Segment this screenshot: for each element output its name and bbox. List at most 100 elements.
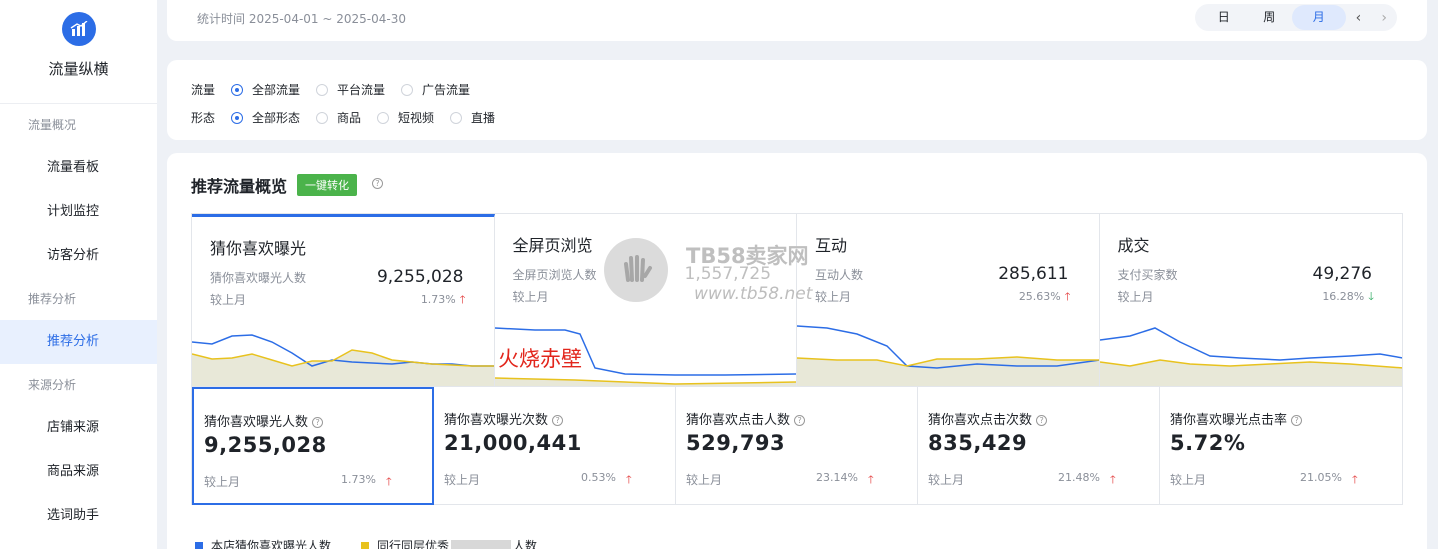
help-icon[interactable]: ? <box>1291 415 1303 426</box>
recommend-overview-card: 推荐流量概览 一键转化 ? 猜你喜欢曝光 猜你喜欢曝光人数 9,255,028 … <box>167 153 1427 549</box>
chart-logo-icon <box>61 12 96 46</box>
panel-guess-exposure[interactable]: 猜你喜欢曝光 猜你喜欢曝光人数 9,255,028 较上月 1.73% 🡑 <box>192 214 495 386</box>
sparkline-chart <box>192 334 494 386</box>
radio-dot-icon <box>316 111 329 124</box>
help-icon[interactable]: ? <box>1036 415 1048 426</box>
nav-item-shop-source[interactable]: 店铺来源 <box>0 406 157 450</box>
legend-label: 同行同层优秀 <box>377 539 450 549</box>
radio-platform-traffic[interactable]: 平台流量 <box>316 81 385 98</box>
legend-swatch <box>361 541 370 549</box>
filter-panel: 流量 全部流量 平台流量 广告流量 形态 全部形态 商品 短视频 直播 <box>167 60 1427 140</box>
arrow-up-icon: 🡑 <box>1110 473 1116 486</box>
help-icon[interactable]: ? <box>312 417 324 428</box>
metric-row: 猜你喜欢曝光人数 ? 9,255,028 较上月 1.73% 🡑 猜你喜欢曝光次数… <box>191 387 1403 505</box>
metric-label-text: 猜你喜欢点击人数 <box>686 413 791 428</box>
metric-compare-label: 较上月 <box>444 473 481 487</box>
metric-change: 1.73% 🡑 <box>306 473 392 488</box>
legend-label: 本店猜你喜欢曝光人数 <box>211 539 332 549</box>
metric-click-rate[interactable]: 猜你喜欢曝光点击率 ? 5.72% 较上月 21.05% 🡑 <box>1160 387 1402 505</box>
nav-item-recommend-analysis[interactable]: 推荐分析 <box>0 320 157 364</box>
radio-ad-traffic[interactable]: 广告流量 <box>401 81 470 98</box>
chevron-left-icon[interactable]: ‹ <box>1346 10 1372 26</box>
panel-title: 猜你喜欢曝光 <box>210 239 307 258</box>
nav-item-traffic-board[interactable]: 流量看板 <box>0 146 157 190</box>
metric-change: 23.14% 🡑 <box>788 471 874 486</box>
change-value: 23.14% <box>816 471 858 484</box>
logo-area: 流量纵横 <box>0 0 157 104</box>
nav-group-overview: 流量概况 <box>28 118 77 132</box>
radio-label: 全部流量 <box>252 83 301 97</box>
form-filter-label: 形态 <box>191 111 216 125</box>
help-icon[interactable]: ? <box>794 415 806 426</box>
metric-value: 21,000,441 <box>444 431 582 455</box>
panel-compare-label: 较上月 <box>210 293 247 307</box>
metric-exposure-users[interactable]: 猜你喜欢曝光人数 ? 9,255,028 较上月 1.73% 🡑 <box>192 387 434 505</box>
arrow-up-icon: 🡑 <box>1064 290 1071 303</box>
panel-metric-label: 支付买家数 <box>1117 268 1178 282</box>
period-day-button[interactable]: 日 <box>1201 5 1247 30</box>
redacted-block <box>451 539 512 549</box>
arrow-up-icon: 🡑 <box>386 475 392 488</box>
radio-dot-icon <box>401 83 414 96</box>
panel-title: 全屏页浏览 <box>512 236 593 255</box>
metric-label-text: 猜你喜欢曝光人数 <box>204 415 309 430</box>
traffic-filter-label: 流量 <box>191 83 216 97</box>
metric-click-count[interactable]: 猜你喜欢点击次数 ? 835,429 较上月 21.48% 🡑 <box>918 387 1160 505</box>
metric-change: 21.05% 🡑 <box>1272 471 1358 486</box>
radio-label: 短视频 <box>398 111 435 125</box>
metric-change: 21.48% 🡑 <box>1030 471 1116 486</box>
radio-dot-icon <box>231 111 243 124</box>
change-value: 25.63% <box>1018 290 1061 303</box>
change-value: 21.05% <box>1300 471 1342 484</box>
traffic-filter-row: 流量 全部流量 平台流量 广告流量 <box>191 81 486 98</box>
help-icon[interactable]: ? <box>372 178 383 189</box>
watermark-url: www.tb58.net <box>694 284 813 304</box>
radio-short-video[interactable]: 短视频 <box>377 109 434 126</box>
period-week-button[interactable]: 周 <box>1247 5 1293 30</box>
radio-label: 平台流量 <box>337 83 386 97</box>
legend-swatch <box>195 541 203 549</box>
hand-logo-icon <box>604 238 668 302</box>
radio-label: 商品 <box>337 111 362 125</box>
change-value: 1.73% <box>420 293 456 306</box>
arrow-up-icon: 🡑 <box>1352 473 1358 486</box>
radio-all-form[interactable]: 全部形态 <box>231 109 300 126</box>
metric-compare-label: 较上月 <box>686 473 723 487</box>
legend-own-shop[interactable]: 本店猜你喜欢曝光人数 <box>195 537 331 549</box>
nav-item-visitor-analysis[interactable]: 访客分析 <box>0 234 157 278</box>
nav-item-keyword-helper[interactable]: 选词助手 <box>0 494 157 538</box>
watermark: TB58卖家网 www.tb58.net <box>604 238 844 308</box>
period-month-button[interactable]: 月 <box>1292 5 1346 30</box>
panel-metric-label: 猜你喜欢曝光人数 <box>210 271 307 285</box>
help-icon[interactable]: ? <box>552 415 564 426</box>
metric-label: 猜你喜欢曝光次数 ? <box>444 409 564 428</box>
sparkline-chart <box>797 325 1099 386</box>
metric-change: 0.53% 🡑 <box>546 471 632 486</box>
one-click-convert-button[interactable]: 一键转化 <box>297 174 357 196</box>
sparkline-chart <box>1099 327 1402 386</box>
metric-exposure-count[interactable]: 猜你喜欢曝光次数 ? 21,000,441 较上月 0.53% 🡑 <box>434 387 676 505</box>
metric-label: 猜你喜欢点击次数 ? <box>928 409 1048 428</box>
legend-label-suffix: 人数 <box>513 539 538 549</box>
radio-all-traffic[interactable]: 全部流量 <box>231 81 300 98</box>
panel-deal[interactable]: 成交 支付买家数 49,276 较上月 16.28% 🡓 <box>1099 214 1402 386</box>
panel-change: 25.63% 🡑 <box>1019 288 1071 307</box>
change-value: 1.73% <box>341 473 376 486</box>
radio-live[interactable]: 直播 <box>450 109 495 126</box>
panel-value: 49,276 <box>1312 264 1372 284</box>
metric-compare-label: 较上月 <box>204 475 241 489</box>
chevron-right-icon[interactable]: › <box>1371 10 1397 26</box>
legend-peer[interactable]: 同行同层优秀 人数 <box>361 537 537 549</box>
change-value: 0.53% <box>581 471 616 484</box>
metric-click-users[interactable]: 猜你喜欢点击人数 ? 529,793 较上月 23.14% 🡑 <box>676 387 918 505</box>
nav-item-plan-monitor[interactable]: 计划监控 <box>0 190 157 234</box>
arrow-up-icon: 🡑 <box>626 473 632 486</box>
metric-compare-label: 较上月 <box>928 473 965 487</box>
radio-product[interactable]: 商品 <box>316 109 361 126</box>
arrow-up-icon: 🡑 <box>459 293 466 306</box>
metric-value: 9,255,028 <box>204 433 327 457</box>
nav-item-product-source[interactable]: 商品来源 <box>0 450 157 494</box>
date-bar: 统计时间 2025-04-01 ~ 2025-04-30 日 周 月 ‹ › <box>167 0 1427 41</box>
metric-label-text: 猜你喜欢曝光点击率 <box>1170 413 1288 428</box>
arrow-up-icon: 🡑 <box>868 473 874 486</box>
